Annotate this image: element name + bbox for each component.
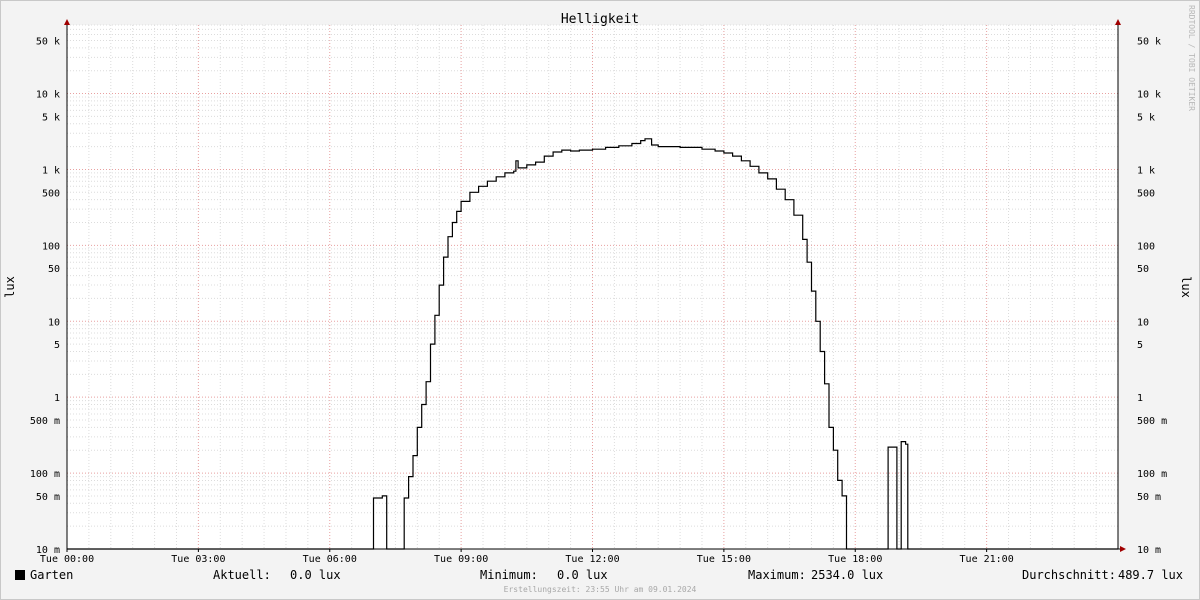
y-tick-label-left: 50 k — [36, 36, 60, 47]
y-axis-label-left: lux — [3, 276, 17, 298]
x-tick-label: Tue 21:00 — [960, 554, 1014, 565]
minimum-value: 0.0 lux — [557, 568, 608, 582]
y-axis-arrow-right — [1115, 19, 1121, 25]
y-tick-label-right: 100 m — [1137, 469, 1167, 480]
creation-timestamp: Erstellungszeit: 23:55 Uhr am 09.01.2024 — [504, 585, 697, 594]
y-tick-label-left: 100 — [42, 241, 60, 252]
y-tick-label-right: 50 k — [1137, 36, 1161, 47]
maximum-value: 2534.0 lux — [811, 568, 883, 582]
y-tick-label-right: 100 — [1137, 241, 1155, 252]
y-tick-label-left: 50 — [48, 264, 60, 275]
y-tick-label-right: 1 — [1137, 393, 1143, 404]
y-tick-label-left: 1 k — [42, 165, 60, 176]
y-tick-label-left: 10 — [48, 317, 60, 328]
legend-swatch — [15, 570, 25, 580]
y-tick-label-right: 5 k — [1137, 112, 1155, 123]
aktuell-value: 0.0 lux — [290, 568, 341, 582]
x-tick-label: Tue 15:00 — [697, 554, 751, 565]
minimum-label: Minimum: — [480, 568, 538, 582]
x-axis: Tue 00:00 Tue 03:00 Tue 06:00 Tue 09:00 Tue … — [40, 549, 1014, 565]
y-tick-label-left: 5 k — [42, 112, 60, 123]
x-tick-label: Tue 18:00 — [828, 554, 882, 565]
y-tick-label-left: 500 m — [30, 416, 60, 427]
y-tick-label-left: 5 — [54, 340, 60, 351]
y-tick-label-left: 50 m — [36, 492, 60, 503]
x-axis-arrow — [1120, 546, 1126, 552]
y-tick-label-left: 10 k — [36, 90, 60, 101]
y-tick-label-right: 10 — [1137, 317, 1149, 328]
y-tick-label-left: 10 m — [36, 545, 60, 556]
maximum-label: Maximum: — [748, 568, 806, 582]
rrdtool-credit: RRDTOOL / TOBI OETIKER — [1187, 5, 1196, 111]
y-tick-label-right: 10 m — [1137, 545, 1161, 556]
y-axis-label-right: lux — [1179, 276, 1193, 298]
chart: Tue 00:00 Tue 03:00 Tue 06:00 Tue 09:00 Tue … — [3, 5, 1196, 594]
durchschnitt-value: 489.7 lux — [1118, 568, 1183, 582]
x-tick-label: Tue 09:00 — [434, 554, 488, 565]
x-tick-label: Tue 12:00 — [565, 554, 619, 565]
y-tick-label-right: 1 k — [1137, 165, 1155, 176]
y-tick-label-right: 50 m — [1137, 492, 1161, 503]
y-tick-label-right: 50 — [1137, 264, 1149, 275]
y-tick-label-right: 10 k — [1137, 90, 1161, 101]
y-tick-label-right: 5 — [1137, 340, 1143, 351]
x-tick-label: Tue 06:00 — [303, 554, 357, 565]
y-tick-label-left: 100 m — [30, 469, 60, 480]
aktuell-label: Aktuell: — [213, 568, 271, 582]
x-tick-label: Tue 03:00 — [171, 554, 225, 565]
durchschnitt-label: Durchschnitt: — [1022, 568, 1116, 582]
y-axis-arrow-left — [64, 19, 70, 25]
chart-title: Helligkeit — [561, 12, 639, 27]
y-tick-label-left: 500 — [42, 188, 60, 199]
y-tick-label-right: 500 — [1137, 188, 1155, 199]
legend-series-name: Garten — [30, 568, 73, 582]
y-tick-label-right: 500 m — [1137, 416, 1167, 427]
y-tick-label-left: 1 — [54, 393, 60, 404]
